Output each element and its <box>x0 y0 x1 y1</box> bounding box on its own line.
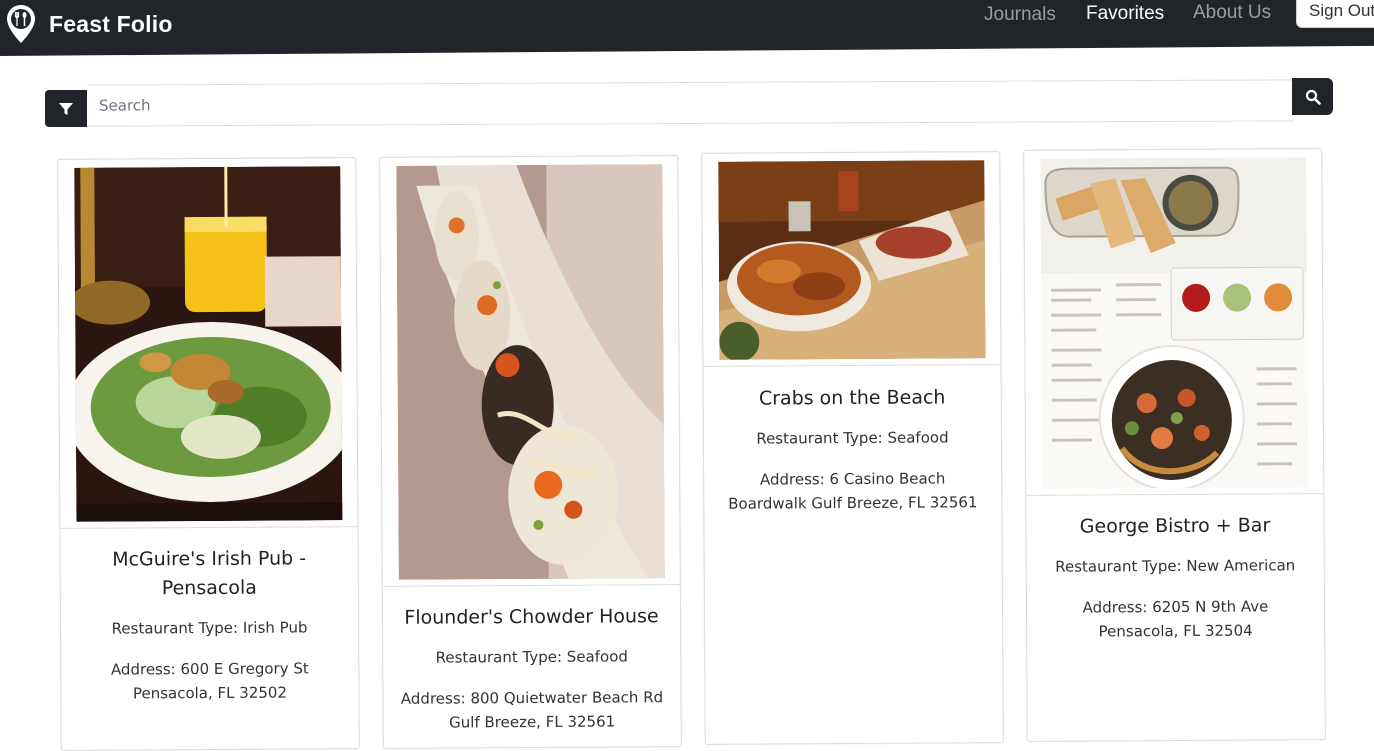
card-body: Flounder's Chowder House Restaurant Type… <box>383 602 681 735</box>
restaurant-name: George Bistro + Bar <box>1079 514 1271 538</box>
card-divider <box>60 526 358 529</box>
restaurant-name: McGuire's Irish Pub - Pensacola <box>112 547 307 600</box>
sign-out-button[interactable]: Sign Out <box>1296 0 1374 28</box>
filter-button[interactable] <box>45 90 87 127</box>
brand[interactable]: Feast Folio <box>6 4 173 44</box>
nav-link-favorites[interactable]: Favorites <box>1086 3 1164 25</box>
navbar: Feast Folio Journals Favorites About Us <box>0 0 1374 56</box>
map-pin-fork-spoon-icon <box>7 5 35 43</box>
card-body: George Bistro + Bar Restaurant Type: New… <box>1026 511 1324 644</box>
restaurant-card[interactable]: McGuire's Irish Pub - Pensacola Restaura… <box>57 157 360 751</box>
restaurant-address: Address: 6205 N 9th Ave Pensacola, FL 32… <box>1082 597 1269 641</box>
funnel-icon <box>59 102 73 115</box>
card-divider <box>1026 493 1324 496</box>
restaurant-name: Crabs on the Beach <box>758 386 946 410</box>
nav-link-about-us[interactable]: About Us <box>1193 2 1271 24</box>
search-button[interactable] <box>1292 78 1333 115</box>
restaurant-address: Address: 600 E Gregory St Pensacola, FL … <box>110 659 309 703</box>
card-divider <box>703 364 1001 367</box>
card-divider <box>382 584 680 587</box>
search-input[interactable] <box>87 79 1293 127</box>
restaurant-type: Restaurant Type: Irish Pub <box>111 618 308 638</box>
restaurant-photo <box>1040 157 1309 489</box>
restaurant-photo <box>74 166 343 522</box>
card-body: McGuire's Irish Pub - Pensacola Restaura… <box>61 544 359 706</box>
restaurant-card[interactable]: Flounder's Chowder House Restaurant Type… <box>379 155 682 749</box>
search-bar <box>45 78 1335 128</box>
magnifier-icon <box>1305 89 1321 105</box>
restaurant-photo <box>718 160 986 360</box>
restaurant-address: Address: 6 Casino Beach Boardwalk Gulf B… <box>728 469 978 513</box>
restaurant-name: Flounder's Chowder House <box>404 605 659 629</box>
restaurant-photo <box>396 164 665 580</box>
brand-name: Feast Folio <box>49 10 173 37</box>
restaurant-card[interactable]: Crabs on the Beach Restaurant Type: Seaf… <box>701 151 1004 745</box>
restaurant-type: Restaurant Type: New American <box>1055 556 1296 576</box>
restaurant-type: Restaurant Type: Seafood <box>756 428 949 448</box>
nav-link-journals[interactable]: Journals <box>984 4 1056 26</box>
card-body: Crabs on the Beach Restaurant Type: Seaf… <box>704 383 1002 516</box>
restaurant-type: Restaurant Type: Seafood <box>435 647 628 667</box>
restaurant-address: Address: 800 Quietwater Beach Rd Gulf Br… <box>400 688 664 732</box>
restaurant-card[interactable]: George Bistro + Bar Restaurant Type: New… <box>1023 148 1326 742</box>
